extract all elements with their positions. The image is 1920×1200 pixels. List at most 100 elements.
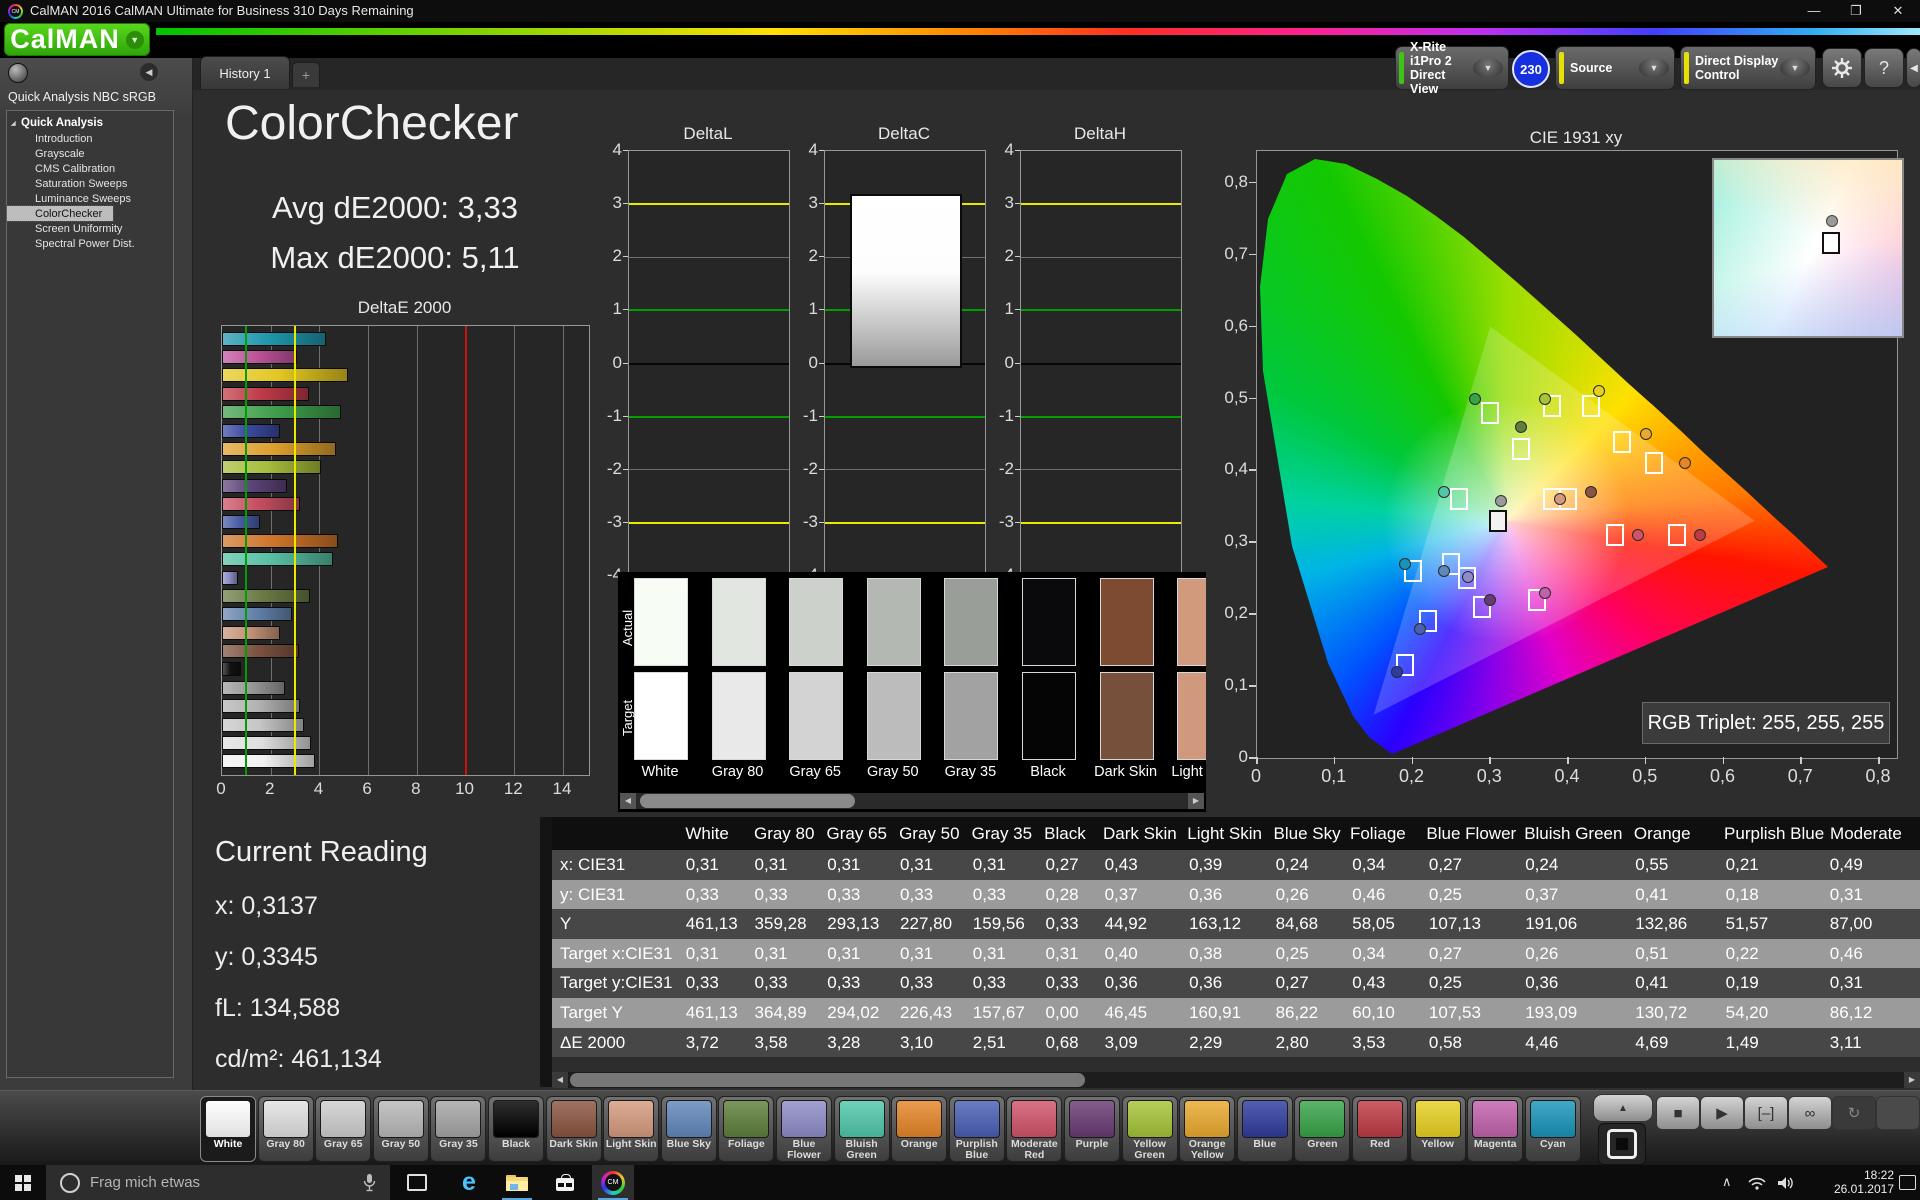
file-explorer-button[interactable] [496, 1165, 538, 1200]
scroll-left-icon[interactable]: ◀ [620, 793, 636, 809]
sidebar-item-grayscale[interactable]: Grayscale [7, 146, 173, 161]
palette-patch-orange-yellow[interactable]: Orange Yellow [1179, 1096, 1235, 1162]
chevron-down-icon[interactable]: ▼ [1639, 58, 1669, 78]
palette-patch-gray-35[interactable]: Gray 35 [430, 1096, 486, 1162]
calman-taskbar-button[interactable]: CM [592, 1165, 634, 1200]
add-tab-button[interactable]: + [292, 62, 320, 87]
palette-patch-purplish-blue[interactable]: Purplish Blue [949, 1096, 1005, 1162]
scrollbar-thumb[interactable] [570, 1073, 1085, 1087]
settings-button[interactable] [1822, 48, 1862, 88]
palette-patch-cyan[interactable]: Cyan [1525, 1096, 1581, 1162]
color-chip [1472, 1100, 1518, 1138]
chevron-down-icon[interactable]: ▼ [1780, 58, 1810, 78]
tray-expand-icon[interactable]: ∧ [1722, 1174, 1732, 1190]
sidebar-item-colorchecker[interactable]: ColorChecker [7, 206, 113, 221]
store-button[interactable] [544, 1165, 586, 1200]
transport-button-0[interactable]: ■ [1656, 1096, 1700, 1130]
microphone-icon[interactable] [363, 1174, 376, 1192]
sidebar-item-saturation-sweeps[interactable]: Saturation Sweeps [7, 176, 173, 191]
start-button[interactable] [0, 1165, 42, 1200]
palette-patch-foliage[interactable]: Foliage [718, 1096, 774, 1162]
sidebar-item-spectral-power-dist-[interactable]: Spectral Power Dist. [7, 236, 173, 251]
palette-patch-magenta[interactable]: Magenta [1467, 1096, 1523, 1162]
palette-patch-moderate-red[interactable]: Moderate Red [1006, 1096, 1062, 1162]
swatch-scrollbar[interactable]: ◀ ▶ [620, 793, 1204, 809]
scrollbar-thumb[interactable] [640, 794, 855, 808]
action-center-icon[interactable] [1899, 1175, 1916, 1190]
palette-patch-dark-skin[interactable]: Dark Skin [546, 1096, 602, 1162]
table-cell: 0,43 [1344, 968, 1421, 998]
palette-patch-blue-sky[interactable]: Blue Sky [661, 1096, 717, 1162]
palette-patch-white[interactable]: White [200, 1096, 256, 1162]
sidebar-item-introduction[interactable]: Introduction [7, 131, 173, 146]
transport-button-3[interactable]: ∞ [1788, 1096, 1832, 1130]
chevron-down-icon[interactable]: ▼ [1473, 58, 1503, 78]
table-cell: 86,12 [1822, 998, 1920, 1028]
palette-patch-gray-65[interactable]: Gray 65 [315, 1096, 371, 1162]
gridline [417, 326, 418, 775]
scroll-right-icon[interactable]: ▶ [1188, 793, 1204, 809]
palette-patch-blue-flower[interactable]: Blue Flower [776, 1096, 832, 1162]
palette-patch-purple[interactable]: Purple [1064, 1096, 1120, 1162]
cie-x-tick-label: 0,3 [1469, 766, 1509, 787]
close-button[interactable]: ✕ [1877, 0, 1919, 22]
tree-expand-icon[interactable]: ◢ [11, 120, 16, 127]
palette-patch-yellow[interactable]: Yellow [1410, 1096, 1466, 1162]
sidebar-item-screen-uniformity[interactable]: Screen Uniformity [7, 221, 173, 236]
edge-button[interactable]: e [448, 1165, 490, 1200]
transport-button-5[interactable] [1876, 1096, 1920, 1130]
speaker-icon[interactable] [1778, 1176, 1794, 1190]
source-dropdown[interactable]: Source ▼ [1555, 46, 1675, 90]
transport-button-2[interactable]: [–] [1744, 1096, 1788, 1130]
rgb-triplet-readout: RGB Triplet: 255, 255, 255 [1642, 702, 1890, 744]
palette-patch-bluish-green[interactable]: Bluish Green [834, 1096, 890, 1162]
sidebar-collapse-icon[interactable]: ◀ [140, 63, 158, 81]
sidebar-item-cms-calibration[interactable]: CMS Calibration [7, 161, 173, 176]
tab-history-1[interactable]: History 1 [200, 56, 290, 89]
row-label: Y [552, 909, 678, 939]
patch-name: Purplish Blue [950, 1139, 1004, 1160]
table-cell: 0,31 [1038, 939, 1097, 969]
restore-button[interactable]: ❐ [1835, 0, 1877, 22]
sidebar-item-luminance-sweeps[interactable]: Luminance Sweeps [7, 191, 173, 206]
scroll-right-icon[interactable]: ▶ [1904, 1072, 1920, 1088]
palette-patch-black[interactable]: Black [488, 1096, 544, 1162]
color-chip [205, 1100, 251, 1138]
palette-patch-light-skin[interactable]: Light Skin [603, 1096, 659, 1162]
scroll-left-icon[interactable]: ◀ [552, 1072, 568, 1088]
logo-dropdown-icon[interactable]: ▼ [126, 31, 144, 49]
transport-button-1[interactable]: ▶ [1700, 1096, 1744, 1130]
tree-root[interactable]: ◢Quick Analysis [7, 111, 173, 131]
table-cell: 0,28 [1038, 880, 1097, 910]
palette-patch-red[interactable]: Red [1352, 1096, 1408, 1162]
cortana-search[interactable]: Frag mich etwas [46, 1165, 390, 1200]
x-tick-label: 4 [303, 779, 333, 799]
collapse-panel-button[interactable]: ◀ [1906, 48, 1920, 88]
table-cell: 107,53 [1421, 998, 1517, 1028]
network-icon[interactable] [1748, 1176, 1766, 1190]
calman-logo-button[interactable]: CalMAN ▼ [4, 23, 150, 56]
color-chip [896, 1100, 942, 1138]
task-view-button[interactable] [396, 1165, 438, 1200]
tick-mark [1015, 150, 1020, 151]
minimize-button[interactable]: — [1793, 0, 1835, 22]
pattern-window-button[interactable] [1598, 1123, 1646, 1165]
help-button[interactable]: ? [1864, 48, 1904, 88]
clock[interactable]: 18:22 26.01.2017 [1834, 1168, 1894, 1196]
tick-mark [1412, 757, 1414, 764]
palette-patch-orange[interactable]: Orange [891, 1096, 947, 1162]
table-scrollbar[interactable]: ◀ ▶ [552, 1072, 1920, 1088]
palette-patch-blue[interactable]: Blue [1237, 1096, 1293, 1162]
palette-patch-gray-50[interactable]: Gray 50 [373, 1096, 429, 1162]
pattern-expand-button[interactable]: ▲ [1593, 1094, 1653, 1122]
table-cell: 0,33 [965, 968, 1038, 998]
deltae-bar-bluish-green [222, 552, 333, 566]
display-control-dropdown[interactable]: Direct Display Control ▼ [1680, 46, 1816, 90]
palette-patch-yellow-green[interactable]: Yellow Green [1122, 1096, 1178, 1162]
meter-dropdown[interactable]: X-Rite i1Pro 2Direct View ▼ [1395, 46, 1509, 90]
workflow-orb-icon[interactable] [8, 63, 28, 83]
table-cell: 461,13 [678, 909, 747, 939]
palette-patch-gray-80[interactable]: Gray 80 [258, 1096, 314, 1162]
transport-button-4[interactable]: ↻ [1832, 1096, 1876, 1130]
palette-patch-green[interactable]: Green [1294, 1096, 1350, 1162]
